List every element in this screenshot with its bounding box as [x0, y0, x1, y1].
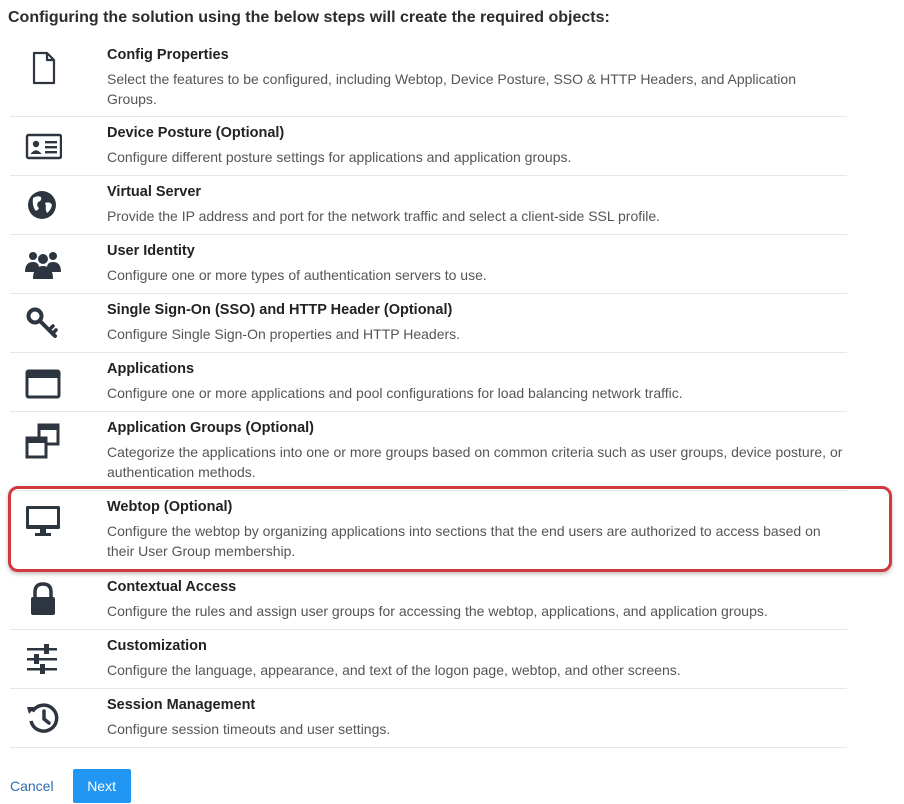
step-title: Device Posture (Optional)	[107, 125, 285, 141]
step-description: Provide the IP address and port for the …	[107, 208, 661, 224]
step-title: Single Sign-On (SSO) and HTTP Header (Op…	[107, 302, 453, 318]
wizard-footer: Cancel Next	[10, 769, 131, 803]
window-icon	[24, 363, 62, 401]
step-session-management[interactable]: Session Management Configure session tim…	[10, 689, 847, 748]
step-contextual-access[interactable]: Contextual Access Configure the rules an…	[10, 571, 847, 630]
step-description: Configure the language, appearance, and …	[107, 662, 681, 678]
page-title: Configuring the solution using the below…	[8, 9, 610, 26]
step-webtop[interactable]: Webtop (Optional) Configure the webtop b…	[10, 491, 847, 571]
step-title: Webtop (Optional)	[107, 499, 233, 515]
step-title: Session Management	[107, 697, 256, 713]
sliders-icon	[24, 640, 62, 678]
step-config-properties[interactable]: Config Properties Select the features to…	[10, 39, 847, 117]
step-title: Config Properties	[107, 47, 229, 63]
step-description: Select the features to be configured, in…	[107, 71, 796, 107]
users-icon	[24, 245, 62, 283]
step-virtual-server[interactable]: Virtual Server Provide the IP address an…	[10, 176, 847, 235]
step-customization[interactable]: Customization Configure the language, ap…	[10, 630, 847, 689]
cancel-link[interactable]: Cancel	[10, 778, 54, 794]
document-icon	[24, 49, 62, 87]
step-application-groups[interactable]: Application Groups (Optional) Categorize…	[10, 412, 847, 491]
step-description: Configure one or more types of authentic…	[107, 267, 487, 283]
globe-icon	[24, 186, 62, 224]
step-description: Configure session timeouts and user sett…	[107, 721, 391, 737]
step-description: Configure one or more applications and p…	[107, 385, 683, 401]
step-description: Configure different posture settings for…	[107, 149, 572, 165]
next-button[interactable]: Next	[72, 769, 131, 803]
step-title: Applications	[107, 361, 195, 377]
lock-icon	[24, 581, 62, 619]
step-description: Configure the webtop by organizing appli…	[107, 523, 821, 559]
clone-icon	[24, 422, 62, 460]
step-title: Application Groups (Optional)	[107, 420, 315, 436]
step-sso-http-header[interactable]: Single Sign-On (SSO) and HTTP Header (Op…	[10, 294, 847, 353]
step-description: Categorize the applications into one or …	[107, 444, 843, 480]
id-card-icon	[24, 127, 62, 165]
step-title: Contextual Access	[107, 579, 237, 595]
step-description: Configure the rules and assign user grou…	[107, 603, 768, 619]
step-applications[interactable]: Applications Configure one or more appli…	[10, 353, 847, 412]
monitor-icon	[24, 501, 62, 539]
step-title: Virtual Server	[107, 184, 202, 200]
step-title: Customization	[107, 638, 207, 654]
step-device-posture[interactable]: Device Posture (Optional) Configure diff…	[10, 117, 847, 176]
step-title: User Identity	[107, 243, 195, 259]
steps-list: Config Properties Select the features to…	[10, 39, 847, 748]
history-icon	[24, 699, 62, 737]
step-user-identity[interactable]: User Identity Configure one or more type…	[10, 235, 847, 294]
step-description: Configure Single Sign-On properties and …	[107, 326, 461, 342]
key-icon	[24, 304, 62, 342]
